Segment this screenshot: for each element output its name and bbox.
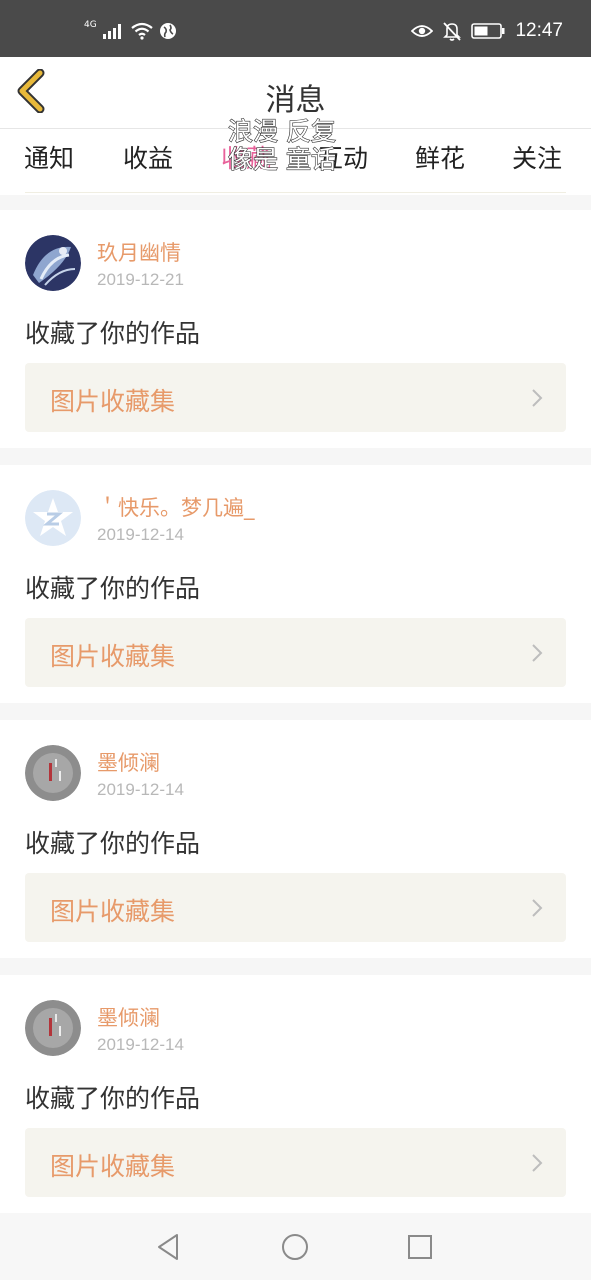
collection-label: 图片收藏集 [50, 897, 176, 926]
action-text: 收藏了你的作品 [25, 319, 201, 348]
action-text: 收藏了你的作品 [25, 574, 201, 603]
clock: 12:47 [515, 20, 563, 41]
avatar[interactable] [25, 235, 81, 291]
action-text: 收藏了你的作品 [25, 829, 201, 858]
notification-card: ＇快乐。梦几遍_ 2019-12-14 收藏了你的作品 图片收藏集 [0, 465, 591, 703]
notification-card: 墨倾澜 2019-12-14 收藏了你的作品 图片收藏集 [0, 975, 591, 1213]
wifi-icon [131, 22, 153, 40]
qzone-star-icon [25, 490, 81, 546]
username[interactable]: 墨倾澜 [97, 1002, 160, 1032]
collection-link[interactable]: 图片收藏集 [25, 618, 566, 687]
home-circle-icon[interactable] [279, 1231, 311, 1263]
username[interactable]: ＇快乐。梦几遍_ [97, 492, 255, 522]
tab-interactions[interactable]: 互动 [318, 139, 368, 175]
timestamp: 2019-12-14 [97, 1035, 184, 1054]
timestamp: 2019-12-21 [97, 270, 184, 289]
network-type: 4G [84, 20, 97, 30]
tab-earnings[interactable]: 收益 [123, 139, 173, 175]
collection-label: 图片收藏集 [50, 387, 176, 416]
recents-square-icon[interactable] [404, 1231, 436, 1263]
notification-card: 玖月幽情 2019-12-21 收藏了你的作品 图片收藏集 [0, 210, 591, 448]
collection-link[interactable]: 图片收藏集 [25, 363, 566, 432]
tab-favorites[interactable]: 收藏 [221, 139, 271, 175]
signal-icon [102, 24, 121, 39]
collection-link[interactable]: 图片收藏集 [25, 1128, 566, 1197]
notification-list: 玖月幽情 2019-12-21 收藏了你的作品 图片收藏集 ＇快乐。梦几遍_ 2… [0, 195, 591, 1213]
avatar[interactable] [25, 490, 81, 546]
tab-follows[interactable]: 关注 [512, 139, 562, 175]
avatar[interactable] [25, 1000, 81, 1056]
status-bar: 4G 12:47 [0, 0, 591, 57]
avatar-image [25, 745, 81, 801]
avatar[interactable] [25, 745, 81, 801]
bell-muted-icon [443, 22, 462, 41]
timestamp: 2019-12-14 [97, 780, 184, 799]
divider [0, 195, 591, 210]
username[interactable]: 玖月幽情 [97, 237, 181, 267]
page-title: 消息 [265, 83, 326, 118]
tab-divider [25, 192, 566, 193]
back-triangle-icon[interactable] [153, 1231, 185, 1263]
tab-notice[interactable]: 通知 [24, 139, 74, 175]
action-text: 收藏了你的作品 [25, 1084, 201, 1113]
divider [0, 958, 591, 975]
chevron-right-icon [532, 1154, 543, 1172]
chevron-right-icon [532, 389, 543, 407]
chevron-right-icon [532, 899, 543, 917]
globe-icon [159, 23, 176, 39]
battery-icon [471, 23, 505, 39]
tab-flowers[interactable]: 鲜花 [415, 139, 465, 175]
collection-link[interactable]: 图片收藏集 [25, 873, 566, 942]
notification-card: 墨倾澜 2019-12-14 收藏了你的作品 图片收藏集 [0, 720, 591, 958]
collection-label: 图片收藏集 [50, 642, 176, 671]
username[interactable]: 墨倾澜 [97, 747, 160, 777]
divider [0, 448, 591, 465]
eye-icon [411, 25, 434, 37]
collection-label: 图片收藏集 [50, 1152, 176, 1181]
timestamp: 2019-12-14 [97, 525, 184, 544]
app-header: 消息 [0, 57, 591, 129]
avatar-image [25, 1000, 81, 1056]
status-bar-right: 12:47 [411, 20, 563, 42]
tab-bar: 通知 收益 收藏 互动 鲜花 关注 [0, 129, 591, 195]
system-nav-bar [0, 1213, 591, 1280]
chevron-right-icon [532, 644, 543, 662]
divider [0, 703, 591, 720]
status-bar-left: 4G [84, 20, 177, 40]
avatar-image [25, 235, 81, 291]
